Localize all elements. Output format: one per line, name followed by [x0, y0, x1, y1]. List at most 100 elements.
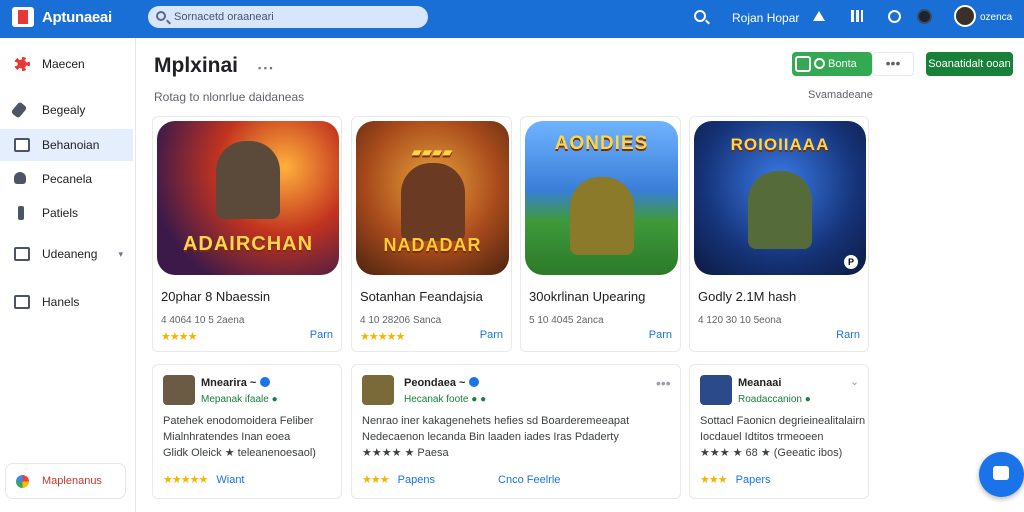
app-logo[interactable] — [12, 7, 34, 27]
toggle-button[interactable]: Bonta — [792, 52, 872, 76]
game-thumbnail[interactable]: ▰▰▰▰ NADADAR — [356, 121, 509, 275]
review-action-link[interactable]: Papers — [736, 474, 771, 486]
mail-icon — [14, 247, 30, 261]
rating-stars: ★★★ — [700, 474, 728, 486]
card-meta: 4 4064 10 5 2aena — [161, 315, 245, 326]
title-dots: ▪ ▪ ▪ — [258, 63, 273, 73]
search-icon — [156, 11, 166, 21]
sidebar-item-begealy[interactable]: Begealy — [0, 94, 133, 126]
card-title: Sotanhan Feandajsia — [360, 289, 483, 304]
chevron-down-icon[interactable]: ▾ — [118, 238, 123, 270]
app-name[interactable]: Aptunaeai — [42, 9, 112, 26]
more-options-button[interactable]: ••• — [872, 52, 914, 76]
top-link[interactable]: Rojan Hopar — [732, 11, 799, 25]
card-title: Godly 2.1M hash — [698, 289, 797, 304]
sidebar-item-hanels[interactable]: Hanels — [0, 286, 133, 318]
game-thumbnail[interactable]: ADAIRCHAN — [157, 121, 339, 275]
more-options-icon[interactable]: ••• — [656, 375, 671, 391]
game-banner: ADAIRCHAN — [182, 233, 314, 255]
game-thumbnail[interactable]: ROIOIIAAA P — [694, 121, 866, 275]
mail-icon — [14, 295, 30, 309]
review-card[interactable]: Meanaai ⌄ Roadaccanion ● Sottacl Faonicn… — [689, 364, 869, 499]
review-body: Sottacl Faonicn degrieinealitalairn Iocd… — [700, 415, 866, 459]
sidebar-item-udeaneng[interactable]: Udeaneng ▾ — [0, 238, 133, 270]
game-card[interactable]: ▰▰▰▰ NADADAR Sotanhan Feandajsia 4 10 28… — [351, 116, 512, 352]
card-meta: 4 120 30 10 5eona — [698, 315, 782, 326]
reviewer-subtitle: Hecanak foote ● ● — [404, 394, 487, 405]
user-name[interactable]: ozenca — [980, 12, 1012, 23]
avatar[interactable] — [954, 5, 976, 27]
publisher-badge: P — [844, 255, 858, 269]
game-card[interactable]: ROIOIIAAA P Godly 2.1M hash 4 120 30 10 … — [689, 116, 869, 352]
circle-icon — [814, 58, 825, 69]
rating-stars: ★★★★★ — [163, 474, 208, 486]
sidebar-item-label: Begealy — [42, 103, 86, 117]
game-banner-top: ▰▰▰▰ — [412, 145, 453, 159]
sidebar: Maecen Begealy Behanoian Pecanela Patiel… — [0, 38, 136, 512]
globe-icon[interactable] — [888, 10, 901, 23]
review-card[interactable]: Peondaea ~ Hecanak foote ● ● ••• Nenrao … — [351, 364, 681, 499]
search-input[interactable]: Sornacetd oraaneari — [148, 6, 428, 28]
sidebar-item-pecanela[interactable]: Pecanela — [0, 163, 133, 195]
game-card[interactable]: ADAIRCHAN 20phar 8 Nbaessin 4 4064 10 5 … — [152, 116, 342, 352]
game-thumbnail[interactable]: AONDIES — [525, 121, 678, 275]
game-character-image — [216, 141, 280, 219]
card-link[interactable]: Rarn — [836, 329, 860, 341]
card-meta: 4 10 28206 Sanca — [360, 315, 442, 326]
page-subtitle: Rotag to nlonrlue daidaneas — [154, 90, 305, 104]
reviewer-subtitle: Mepanak ifaale ● — [201, 394, 278, 405]
theme-icon[interactable] — [917, 9, 932, 24]
page-title: Mplxinai — [154, 54, 239, 77]
sidebar-item-label: Behanoian — [42, 138, 100, 152]
review-footer: ★★★★★ Wiant — [163, 473, 245, 486]
person-icon — [14, 172, 26, 184]
see-more-link[interactable]: Svamadeane — [808, 89, 873, 101]
reviewer-name: Mnearira ~ — [201, 377, 271, 389]
sidebar-item-label: Hanels — [42, 295, 80, 309]
google-icon — [16, 475, 29, 488]
game-character-image — [569, 177, 634, 255]
review-card[interactable]: Mnearira ~ Mepanak ifaale ● Patehek enod… — [152, 364, 342, 499]
monitor-icon — [14, 138, 30, 152]
apps-grid-icon[interactable] — [851, 10, 863, 22]
verified-icon — [260, 377, 271, 387]
review-action-link[interactable]: Papens — [398, 474, 435, 486]
rating-stars: ★★★★ — [161, 331, 197, 343]
reviewer-avatar — [362, 375, 394, 405]
card-link[interactable]: Parn — [649, 329, 672, 341]
game-banner: NADADAR — [383, 235, 482, 255]
game-card[interactable]: AONDIES 30okrlinan Upearing 5 10 4045 2a… — [520, 116, 681, 352]
sidebar-item-behanoian[interactable]: Behanoian — [0, 129, 133, 161]
card-link[interactable]: Parn — [310, 329, 333, 341]
reviewer-avatar — [700, 375, 732, 405]
notification-icon[interactable] — [813, 11, 825, 21]
review-footer: ★★★ Papers — [700, 473, 771, 486]
sidebar-item-patiels[interactable]: Patiels — [0, 197, 133, 229]
square-icon — [795, 56, 811, 72]
primary-action-button[interactable]: Soanatidalt ooan — [926, 52, 1013, 76]
review-action-link[interactable]: Wiant — [216, 474, 244, 486]
wrench-icon — [10, 101, 28, 119]
sidebar-item-label: Udeaneng — [42, 247, 98, 261]
sidebar-item-label: Patiels — [42, 206, 79, 220]
brand-icon — [14, 57, 30, 71]
card-title: 20phar 8 Nbaessin — [161, 289, 271, 304]
pin-icon — [18, 206, 24, 220]
review-body: Nenrao iner kakagenehets hefies sd Board… — [362, 415, 630, 459]
sidebar-bottom-button[interactable]: Maplenanus — [5, 463, 126, 499]
review-body: Patehek enodomoidera Feliber Mialnhraten… — [163, 415, 316, 459]
rating-stars: ★★★★★ — [360, 331, 405, 343]
card-link[interactable]: Parn — [480, 329, 503, 341]
review-secondary-link[interactable]: Cnco Feelrle — [498, 474, 560, 486]
top-bar: Aptunaeai Sornacetd oraaneari Rojan Hopa… — [0, 0, 1024, 38]
search-icon[interactable] — [694, 10, 706, 22]
sidebar-item-label: Maecen — [42, 57, 85, 71]
game-character-image — [748, 171, 812, 249]
floating-action-button[interactable] — [979, 452, 1024, 497]
reviewer-avatar — [163, 375, 195, 405]
chevron-down-icon[interactable]: ⌄ — [850, 375, 859, 388]
card-meta: 5 10 4045 2anca — [529, 315, 604, 326]
search-placeholder: Sornacetd oraaneari — [174, 11, 274, 23]
sidebar-item-home[interactable]: Maecen — [0, 48, 133, 80]
game-banner: AONDIES — [554, 133, 649, 154]
